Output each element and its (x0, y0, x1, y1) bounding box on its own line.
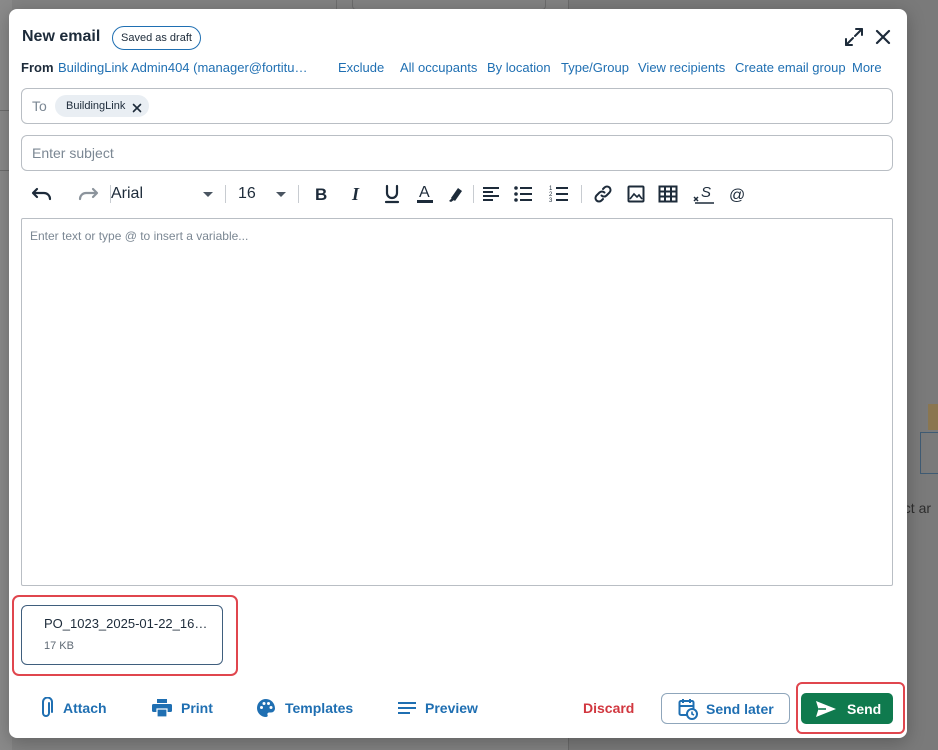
toolbar-divider (225, 185, 226, 203)
attachment-card[interactable]: PO_1023_2025-01-22_16… 17 KB (21, 605, 223, 665)
image-icon[interactable] (624, 181, 648, 207)
expand-icon[interactable] (842, 25, 866, 49)
toolbar-divider (581, 185, 582, 203)
font-family-value: Arial (111, 185, 144, 202)
link-icon[interactable] (591, 181, 615, 207)
font-family-select[interactable]: Arial (111, 181, 215, 207)
svg-text:A: A (419, 184, 430, 201)
bold-icon[interactable]: B (309, 181, 333, 207)
preview-button[interactable]: Preview (398, 693, 478, 723)
from-row: From BuildingLink Admin404 (manager@fort… (21, 60, 891, 78)
send-label: Send (847, 700, 882, 717)
templates-button[interactable]: Templates (256, 693, 353, 723)
paperclip-icon (42, 697, 53, 717)
view-recipients-link[interactable]: View recipients (638, 60, 725, 75)
svg-text:B: B (315, 185, 327, 203)
svg-text:@: @ (729, 187, 745, 203)
attachment-size: 17 KB (44, 640, 74, 652)
by-location-link[interactable]: By location (487, 60, 551, 75)
new-email-dialog: New email Saved as draft From BuildingLi… (9, 9, 907, 738)
send-icon (816, 700, 836, 717)
preview-lines-icon (398, 702, 416, 714)
palette-icon (257, 699, 275, 717)
background-illustration (920, 432, 938, 474)
print-label: Print (181, 700, 213, 716)
highlight-icon[interactable] (444, 181, 468, 207)
mention-icon[interactable]: @ (725, 181, 749, 207)
attachment-name: PO_1023_2025-01-22_16… (44, 616, 208, 631)
toolbar-divider (473, 185, 474, 203)
printer-icon (152, 699, 172, 717)
all-occupants-link[interactable]: All occupants (400, 60, 477, 75)
recipient-chip[interactable]: BuildingLink (55, 95, 150, 117)
clear-format-icon[interactable]: S (692, 181, 716, 207)
chevron-down-icon (276, 192, 286, 197)
remove-chip-icon[interactable] (131, 100, 143, 113)
from-sender-link[interactable]: BuildingLink Admin404 (manager@fortitude… (58, 60, 308, 75)
toolbar-divider (298, 185, 299, 203)
attach-label: Attach (63, 700, 107, 716)
table-icon[interactable] (656, 181, 680, 207)
font-size-value: 16 (238, 185, 256, 202)
svg-text:S: S (701, 184, 711, 201)
numbered-list-icon[interactable]: 123 (547, 181, 571, 207)
from-label: From (21, 60, 54, 75)
type-group-link[interactable]: Type/Group (561, 60, 629, 75)
subject-input[interactable] (21, 135, 893, 171)
undo-icon[interactable] (29, 181, 55, 207)
exclude-link[interactable]: Exclude (338, 60, 384, 75)
bullet-list-icon[interactable] (511, 181, 535, 207)
send-later-button[interactable]: Send later (661, 693, 790, 724)
preview-label: Preview (425, 700, 478, 716)
dialog-title: New email (22, 28, 101, 45)
svg-text:I: I (351, 185, 360, 203)
italic-icon[interactable]: I (345, 181, 369, 207)
print-button[interactable]: Print (152, 693, 213, 723)
send-button[interactable]: Send (801, 693, 893, 724)
underline-icon[interactable] (380, 181, 404, 207)
to-label: To (32, 98, 47, 114)
font-size-select[interactable]: 16 (238, 181, 288, 207)
templates-label: Templates (285, 700, 354, 716)
send-later-label: Send later (706, 700, 774, 717)
attach-button[interactable]: Attach (38, 693, 107, 723)
saved-draft-badge: Saved as draft (112, 26, 201, 50)
svg-text:3: 3 (549, 198, 553, 203)
create-email-group-link[interactable]: Create email group (735, 60, 846, 75)
redo-icon[interactable] (75, 181, 101, 207)
align-left-icon[interactable] (479, 181, 503, 207)
recipient-chip-label: BuildingLink (66, 100, 126, 112)
discard-button[interactable]: Discard (583, 700, 634, 716)
close-icon[interactable] (871, 25, 895, 49)
more-link[interactable]: More (852, 60, 882, 75)
background-illustration (928, 404, 938, 430)
schedule-calendar-icon (678, 698, 698, 720)
message-body-editor[interactable]: Enter text or type @ to insert a variabl… (21, 218, 893, 586)
formatting-toolbar: Arial 16 B I A 123 S @ (21, 179, 893, 209)
chevron-down-icon (203, 192, 213, 197)
editor-placeholder: Enter text or type @ to insert a variabl… (30, 229, 249, 243)
text-color-icon[interactable]: A (413, 181, 437, 207)
to-field[interactable]: To BuildingLink (21, 88, 893, 124)
